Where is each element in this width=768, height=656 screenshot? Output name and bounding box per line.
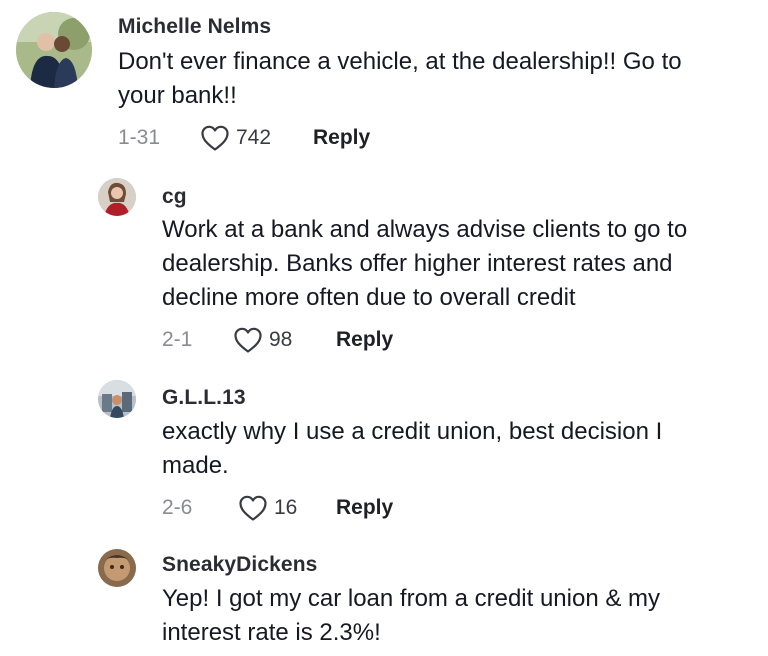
comment-username[interactable]: SneakyDickens xyxy=(162,553,317,577)
reply-button[interactable]: Reply xyxy=(336,325,393,355)
user-avatar[interactable] xyxy=(98,549,136,587)
comment-text-line: your bank!! xyxy=(118,82,237,109)
user-avatar[interactable] xyxy=(16,12,92,88)
comment-text-line: decline more often due to overall credit xyxy=(162,284,576,311)
user-avatar[interactable] xyxy=(98,380,136,418)
comment-text-line: Yep! I got my car loan from a credit uni… xyxy=(162,585,661,612)
comment-meta: 2-1 98 Reply xyxy=(162,325,462,355)
reply-button[interactable]: Reply xyxy=(336,493,393,523)
heart-outline-icon[interactable] xyxy=(200,124,230,152)
comment-username[interactable]: Michelle Nelms xyxy=(118,15,271,39)
comment-text-line: exactly why I use a credit union, best d… xyxy=(162,418,663,445)
comment-text-line: dealership. Banks offer higher interest … xyxy=(162,250,673,277)
comment-username[interactable]: G.L.L.13 xyxy=(162,386,246,410)
comment-text-line: Don't ever finance a vehicle, at the dea… xyxy=(118,48,682,75)
user-avatar[interactable] xyxy=(98,178,136,216)
comment-date: 2-1 xyxy=(162,328,193,351)
comment-username[interactable]: cg xyxy=(162,185,187,209)
comment-item: Michelle Nelms Don't ever finance a vehi… xyxy=(0,0,768,165)
reply-comment-item: cg Work at a bank and always advise clie… xyxy=(0,170,768,365)
comment-date: 2-6 xyxy=(162,496,193,519)
reply-comment-item: SneakyDickens Yep! I got my car loan fro… xyxy=(0,540,768,656)
comment-text-line: made. xyxy=(162,452,229,479)
reply-button[interactable]: Reply xyxy=(313,123,370,153)
comment-text-line: Work at a bank and always advise clients… xyxy=(162,216,688,243)
reply-comment-item: G.L.L.13 exactly why I use a credit unio… xyxy=(0,372,768,532)
comment-text-line: interest rate is 2.3%! xyxy=(162,619,381,646)
comment-date: 1-31 xyxy=(118,126,161,149)
heart-outline-icon[interactable] xyxy=(233,326,263,354)
comment-meta: 1-31 742 Reply xyxy=(118,123,418,153)
like-count: 742 xyxy=(236,126,272,149)
like-count: 16 xyxy=(274,496,298,519)
comment-meta: 2-6 16 Reply xyxy=(162,493,462,523)
like-count: 98 xyxy=(269,328,293,351)
heart-outline-icon[interactable] xyxy=(238,494,268,522)
